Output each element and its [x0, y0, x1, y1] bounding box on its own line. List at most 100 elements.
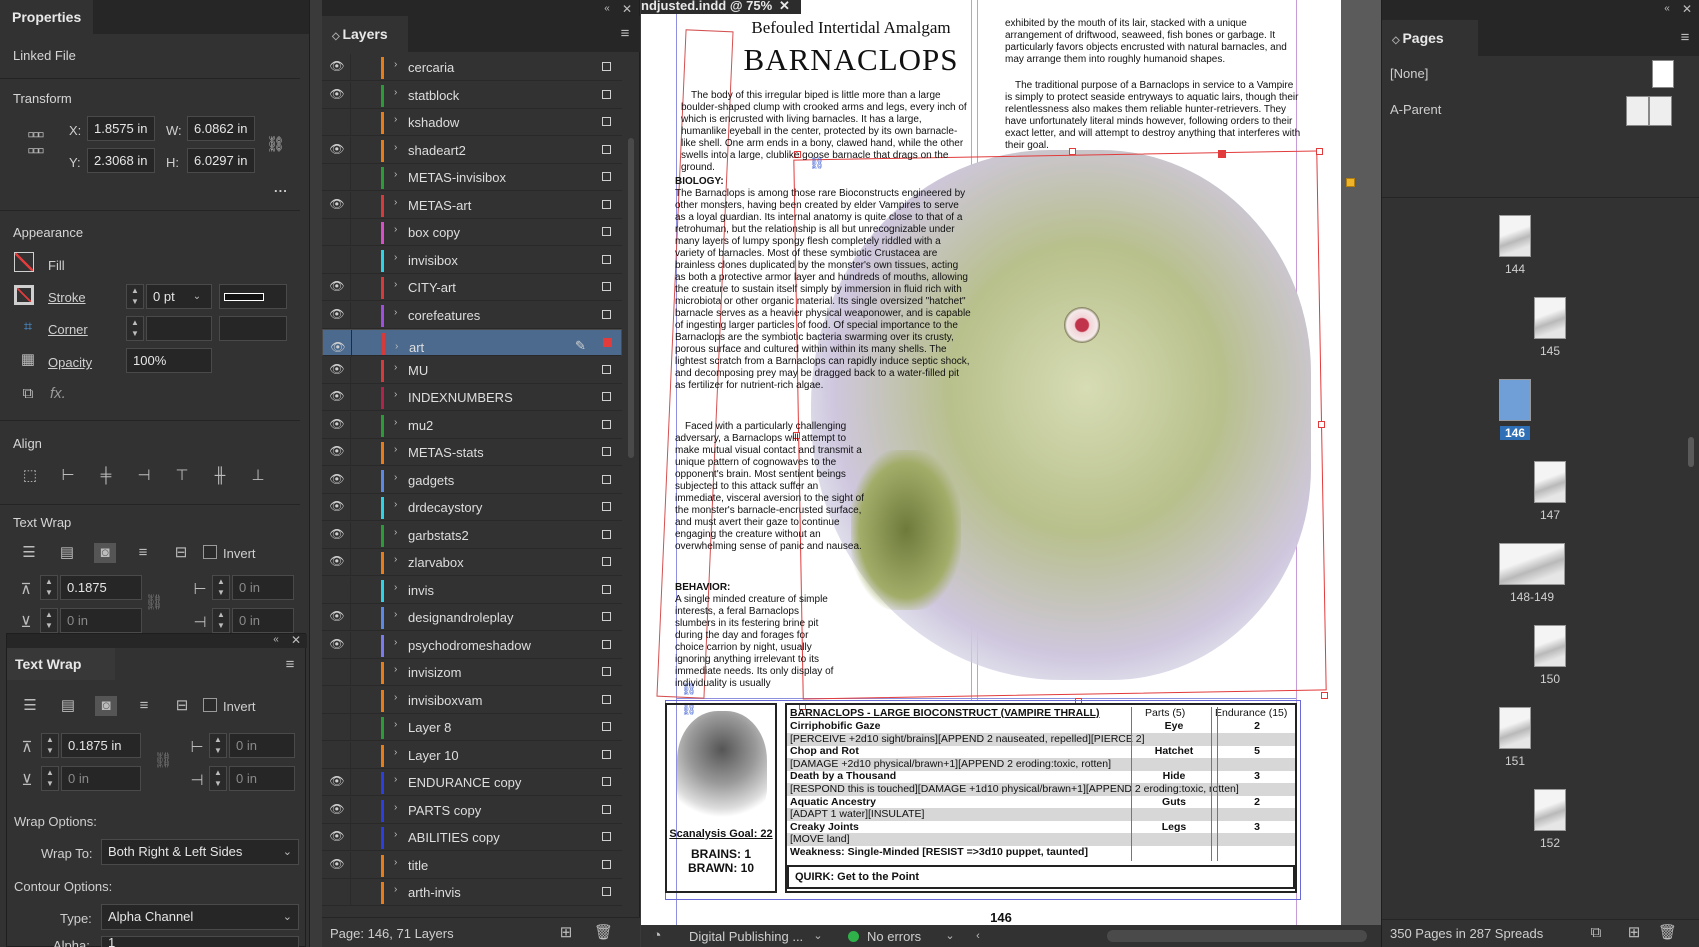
workspace-status[interactable]: Digital Publishing ... — [689, 929, 803, 944]
chevron-right-icon[interactable]: › — [394, 719, 397, 730]
eye-icon[interactable]: 👁 — [328, 279, 346, 293]
layer-row[interactable]: › Layer 10 — [322, 741, 622, 769]
selection-square[interactable] — [602, 722, 611, 731]
chevron-right-icon[interactable]: › — [394, 87, 397, 98]
chevron-right-icon[interactable]: › — [394, 527, 397, 538]
tab-layers[interactable]: ◇ Layers — [322, 16, 408, 52]
lock-toggle[interactable] — [350, 631, 351, 659]
selection-square[interactable] — [602, 144, 611, 154]
align-horizontal-center-icon[interactable]: ╪ — [95, 466, 117, 486]
wrap-to-select[interactable]: Both Right & Left Sides ⌄ — [101, 839, 299, 865]
chevron-right-icon[interactable]: › — [394, 829, 397, 840]
horizontal-scrollbar[interactable] — [1107, 930, 1367, 942]
chevron-down-icon[interactable]: ⌄ — [811, 927, 825, 945]
corner-options-icon[interactable]: ⌗ — [18, 318, 38, 336]
selection-square[interactable] — [602, 254, 611, 264]
layer-row[interactable]: › Layer 8 — [322, 714, 622, 741]
layer-row[interactable]: › box copy — [322, 219, 622, 246]
chevron-right-icon[interactable]: › — [394, 774, 397, 785]
panel-menu-icon[interactable]: ≡ — [618, 25, 632, 43]
make-all-settings-same-icon[interactable]: ⛓ — [144, 594, 164, 612]
layer-row[interactable]: 👁 › METAS-stats — [322, 439, 622, 466]
wrap-object-shape-icon[interactable]: ◙ — [94, 543, 116, 563]
corner-size-stepper[interactable]: ▲ ▼ — [126, 316, 144, 341]
selection-square[interactable] — [602, 832, 611, 841]
layer-row[interactable]: 👁 › METAS-art — [322, 191, 622, 219]
lock-toggle[interactable] — [350, 686, 351, 714]
scrollbar-thumb[interactable] — [628, 138, 634, 458]
layer-row[interactable]: › invisibox — [322, 246, 622, 274]
eye-icon[interactable]: 👁 — [328, 802, 346, 816]
invert-checkbox[interactable] — [203, 545, 217, 559]
lock-toggle[interactable] — [350, 411, 351, 439]
chevron-right-icon[interactable]: › — [394, 554, 397, 565]
page-size-icon[interactable]: ⧉ — [1588, 924, 1604, 942]
faced-paragraph[interactable]: Faced with a particularly challenging ad… — [675, 421, 865, 553]
right-offset-field[interactable]: 0 in — [232, 608, 294, 633]
layer-row[interactable]: 👁 › CITY-art — [322, 274, 622, 301]
layer-row[interactable]: › METAS-invisibox — [322, 164, 622, 191]
selection-square[interactable] — [602, 89, 611, 99]
a-parent[interactable]: A-Parent — [1390, 102, 1441, 117]
left-offset-field[interactable]: 0 in — [232, 575, 294, 600]
lock-toggle[interactable] — [350, 384, 351, 411]
page-thumbnail[interactable] — [1534, 297, 1566, 339]
jump-next-column-icon[interactable]: ⊟ — [171, 696, 193, 716]
lock-toggle[interactable] — [350, 824, 351, 851]
selection-square[interactable] — [602, 227, 611, 236]
chevron-right-icon[interactable]: › — [395, 335, 398, 359]
panel-title-bar[interactable]: « ✕ — [7, 633, 307, 648]
layer-row[interactable]: 👁 › MU — [322, 356, 622, 384]
lock-toggle[interactable] — [350, 109, 351, 136]
no-wrap-icon[interactable]: ☰ — [18, 543, 40, 563]
chevron-right-icon[interactable]: › — [394, 444, 397, 455]
selection-square[interactable] — [602, 887, 611, 896]
chevron-right-icon[interactable]: › — [394, 362, 397, 373]
lock-toggle[interactable] — [350, 301, 351, 329]
selection-square[interactable] — [602, 667, 611, 676]
selection-square[interactable] — [602, 612, 611, 621]
wrap-bounding-box-icon[interactable]: ▤ — [56, 543, 78, 563]
lock-toggle[interactable] — [350, 851, 351, 879]
none-parent-thumbnail[interactable] — [1652, 60, 1674, 88]
right-column-paragraph-1[interactable]: exhibited by the mouth of its lair, stac… — [1005, 18, 1301, 66]
selection-square[interactable] — [602, 309, 611, 319]
chevron-right-icon[interactable]: › — [394, 637, 397, 648]
biology-heading[interactable]: BIOLOGY: — [675, 176, 825, 188]
stroke-weight-stepper[interactable]: ▲ ▼ — [126, 284, 144, 309]
selection-square[interactable] — [602, 419, 611, 429]
document-tab[interactable]: ndjusted.indd @ 75% ✕ — [641, 0, 801, 14]
selection-square[interactable] — [602, 172, 611, 181]
collapse-icon[interactable]: « — [1660, 0, 1674, 18]
bottom-offset-field[interactable]: 0 in — [61, 766, 141, 791]
chevron-right-icon[interactable]: › — [394, 197, 397, 208]
right-offset-stepper[interactable]: ▲ ▼ — [212, 608, 230, 633]
biology-paragraph[interactable]: The Barnaclops is among those rare Bioco… — [675, 188, 971, 392]
eye-icon[interactable]: 👁 — [328, 609, 346, 623]
right-column-paragraph-2[interactable]: The traditional purpose of a Barnaclops … — [1005, 80, 1301, 152]
h-field[interactable]: 6.0297 in — [187, 148, 255, 173]
stroke-type-select[interactable] — [219, 284, 287, 309]
selection-square[interactable] — [602, 804, 611, 814]
chevron-right-icon[interactable]: › — [394, 59, 397, 70]
chevron-right-icon[interactable]: › — [394, 114, 397, 125]
lock-toggle[interactable] — [350, 576, 351, 604]
bottom-offset-stepper[interactable]: ▲ ▼ — [40, 608, 58, 633]
left-offset-stepper[interactable]: ▲ ▼ — [212, 575, 230, 600]
align-top-icon[interactable]: ⊤ — [171, 466, 193, 486]
align-right-icon[interactable]: ⊣ — [133, 466, 155, 486]
layer-row[interactable]: 👁 › corefeatures — [322, 301, 622, 329]
drop-shadow-icon[interactable]: ⧉ — [18, 385, 38, 403]
wrap-object-shape-icon[interactable]: ◙ — [95, 696, 117, 716]
lock-toggle[interactable] — [350, 191, 351, 219]
chevron-right-icon[interactable]: › — [394, 857, 397, 868]
chevron-right-icon[interactable]: › — [394, 417, 397, 428]
eye-icon[interactable]: 👁 — [328, 417, 346, 431]
panel-menu-icon[interactable]: ≡ — [283, 656, 297, 674]
y-field[interactable]: 2.3068 in — [87, 148, 155, 173]
align-to-selection-icon[interactable]: ⬚ — [19, 466, 41, 486]
x-field[interactable]: 1.8575 in — [87, 116, 155, 141]
eye-icon[interactable]: 👁 — [328, 857, 346, 871]
eye-icon[interactable]: 👁 — [328, 197, 346, 211]
left-offset-field[interactable]: 0 in — [229, 733, 295, 758]
